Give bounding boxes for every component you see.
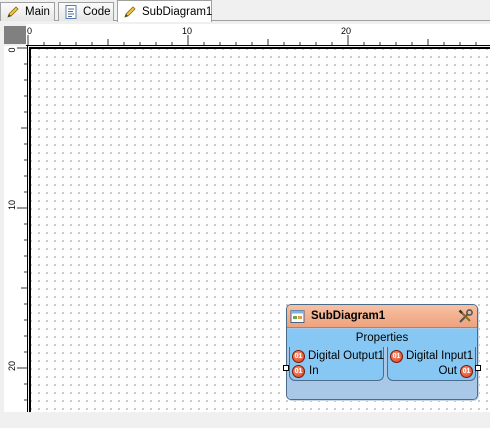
digital-output-row[interactable]: 01 Digital Output1 [292,349,384,363]
digital-input-icon: 01 [390,349,403,363]
pencil-icon [122,4,138,20]
input-port-group[interactable]: 01 Digital Input1 Out 01 [387,347,476,381]
in-port-icon: 01 [292,364,305,378]
digital-input-row[interactable]: 01 Digital Input1 [390,349,473,363]
block-properties-bar[interactable]: Properties [287,329,477,347]
tab-code[interactable]: Code [58,2,114,21]
in-port-row[interactable]: 01 In [292,364,319,378]
tab-label: SubDiagram1 [142,5,213,18]
tab-main[interactable]: Main [0,2,55,21]
digital-input-label: Digital Input1 [406,350,474,362]
v-tick-label-0: 0 [7,47,17,52]
in-port-label: In [309,365,319,377]
tab-subdiagram1[interactable]: SubDiagram1 [117,0,212,22]
vertical-ruler-ticks: 0 10 20 [7,47,27,401]
output-port-group[interactable]: 01 Digital Output1 01 In [289,347,384,381]
out-port-row[interactable]: Out 01 [438,364,473,378]
horizontal-ruler: 0 10 20 [26,24,490,46]
horizontal-ruler-ticks: 0 10 20 [27,26,477,45]
tools-icon[interactable] [457,308,474,325]
bottom-margin [0,412,490,428]
vertical-ruler: 0 10 20 [4,46,28,412]
ruler-corner [4,26,26,44]
document-tab-bar: Main Code SubDiagram1 [0,0,490,22]
block-footer [287,382,477,399]
block-title: SubDiagram1 [311,310,386,322]
subdiagram-block[interactable]: SubDiagram1 Properties 01 Digital Output… [286,304,478,400]
code-file-icon [63,4,79,20]
subdiagram-icon [290,309,305,324]
properties-label: Properties [355,332,409,344]
pencil-icon [5,4,21,20]
tab-label: Code [83,6,111,18]
digital-output-icon: 01 [292,349,305,363]
in-connection-pin[interactable] [283,365,289,371]
out-connection-pin[interactable] [475,365,481,371]
out-port-icon: 01 [460,364,473,378]
tab-label: Main [25,6,50,18]
block-header[interactable]: SubDiagram1 [287,305,477,328]
v-tick-label-10: 10 [7,200,17,210]
out-port-label: Out [438,365,457,377]
digital-output-label: Digital Output1 [308,350,385,362]
h-tick-label-20: 20 [341,26,351,36]
h-tick-label-10: 10 [182,26,192,36]
h-tick-label-0: 0 [27,26,32,36]
v-tick-label-20: 20 [7,361,17,371]
